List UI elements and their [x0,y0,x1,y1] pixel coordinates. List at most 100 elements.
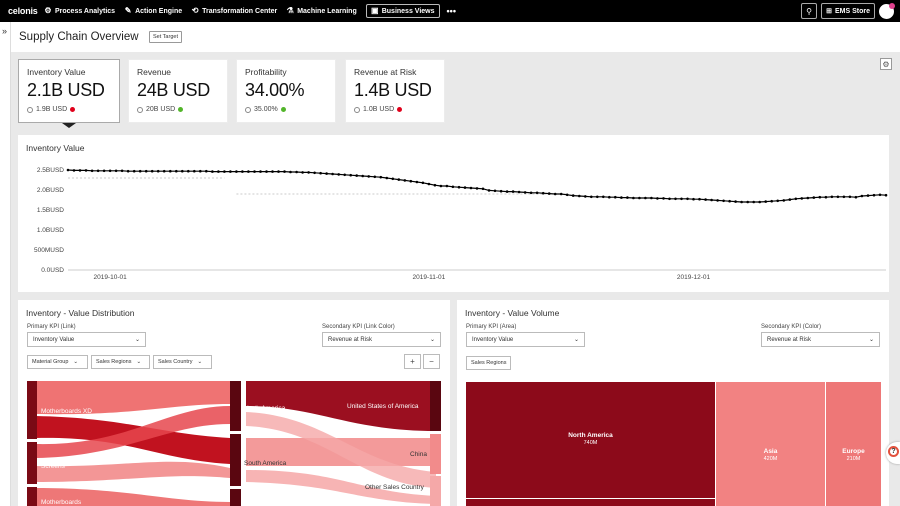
data-point [866,194,870,197]
kpi-comparison: 20B USD [146,106,176,113]
tile-value: 210M [846,456,861,462]
data-point [259,170,262,173]
data-point [752,200,755,204]
treemap-tile-europe[interactable]: Europe 210M [826,382,881,506]
primary-kpi-select[interactable]: Inventory Value ⌄ [27,332,146,347]
data-point [433,183,437,187]
panel-title: Inventory - Value Volume [465,308,560,318]
sankey-label-north-america: North America [244,405,286,412]
y-tick-label: 500MUSD [34,247,64,254]
data-point [860,194,864,198]
data-point [656,197,659,200]
target-icon [27,106,33,113]
remove-dimension-button[interactable]: − [423,354,440,369]
data-point [132,169,136,173]
data-point [788,198,792,201]
nav-action-engine[interactable]: ✎ Action Engine [124,7,182,15]
data-point [596,195,599,199]
data-point [535,191,539,195]
data-point [722,199,725,203]
data-point [144,169,148,173]
settings-button[interactable]: ⚙ [880,58,892,70]
kpi-label: Revenue at Risk [354,67,417,77]
data-point [108,169,112,173]
user-avatar[interactable] [879,2,895,19]
nav-business-views[interactable]: ▣ Business Views [365,4,440,18]
process-analytics-icon: ⚙ [44,6,52,15]
left-rail: » [0,22,11,506]
data-point [824,195,828,199]
data-point [343,173,347,177]
data-point [716,199,719,202]
data-point [427,182,431,186]
chevron-down-icon: ⌄ [429,337,435,343]
celonis-logo[interactable]: celonis [8,6,44,16]
data-point [211,170,214,173]
business-views-icon: ▣ [370,6,379,15]
target-icon [245,106,251,113]
data-point [493,189,497,193]
data-point [397,178,401,181]
nav-more-button[interactable]: ••• [447,6,456,16]
kpi-card-revenue-at-risk[interactable]: Revenue at Risk 1.4B USD 1.0B USD [345,59,445,123]
sankey-node-bar [27,381,37,439]
nav-machine-learning[interactable]: ⚗ Machine Learning [286,7,357,15]
nav-transformation-center[interactable]: ⟲ Transformation Center [191,7,277,15]
data-point [505,190,509,193]
search-button[interactable]: ⚲ [801,3,818,19]
sankey-label-asia: Asia [244,498,257,505]
set-target-button[interactable]: Set Target [149,31,182,43]
data-point [403,179,407,182]
data-point [72,169,76,172]
y-tick-label: 1.0BUSD [37,227,64,234]
dimension-chip-material-group[interactable]: Material Group ⌄ [27,355,88,369]
treemap-tile-asia[interactable]: Asia 420M [716,382,825,506]
treemap-tile-north-america[interactable]: North America 740M [466,382,715,498]
y-tick-label: 2.5BUSD [37,167,64,174]
dimension-chip-sales-regions[interactable]: Sales Regions [466,356,512,370]
treemap-tile[interactable] [466,498,715,506]
kpi-card-profitability[interactable]: Profitability 34.00% 35.00% [236,59,336,123]
sankey-node-bar [230,489,241,506]
kpi-value: 1.4B USD [354,80,432,100]
action-engine-icon: ✎ [124,6,132,15]
data-point [481,187,485,191]
data-point [199,169,202,173]
view-header: Supply Chain Overview Set Target [11,22,900,52]
secondary-kpi-select[interactable]: Revenue at Risk ⌄ [761,332,880,347]
data-point [541,191,545,195]
data-point [313,171,316,175]
data-point [523,191,527,194]
target-icon [137,106,143,113]
x-tick-label: 2019-12-01 [677,274,711,281]
data-point [457,185,461,189]
data-point [614,195,617,199]
data-point [150,169,154,173]
data-point [848,195,852,199]
dashboard-content: Inventory Value 2.1B USD 1.9B USD Revenu… [11,52,900,506]
dimension-chip-sales-country[interactable]: Sales Country ⌄ [153,355,212,369]
sankey-node-bar [430,434,441,474]
store-icon: ⊞ [826,8,832,15]
secondary-kpi-select[interactable]: Revenue at Risk ⌄ [322,332,441,347]
data-point [782,199,786,202]
data-point [565,193,569,197]
nav-process-analytics[interactable]: ⚙ Process Analytics [44,7,115,15]
data-point [66,168,70,172]
data-point [632,196,635,200]
panel-title: Inventory - Value Distribution [26,308,135,318]
primary-kpi-select[interactable]: Inventory Value ⌄ [466,332,585,347]
ems-store-button[interactable]: ⊞ EMS Store [821,3,875,19]
data-point [289,170,292,174]
expand-sidebar-icon[interactable]: » [2,26,7,36]
data-point [355,174,359,177]
add-dimension-button[interactable]: + [404,354,421,369]
dimension-chip-sales-regions[interactable]: Sales Regions ⌄ [91,355,150,369]
data-point [126,169,130,173]
kpi-comparison: 1.0B USD [363,106,395,113]
kpi-card-revenue[interactable]: Revenue 24B USD 20B USD [128,59,228,123]
data-point [181,169,184,173]
data-point [193,169,196,173]
data-point [584,195,587,198]
kpi-card-inventory-value[interactable]: Inventory Value 2.1B USD 1.9B USD [18,59,120,123]
